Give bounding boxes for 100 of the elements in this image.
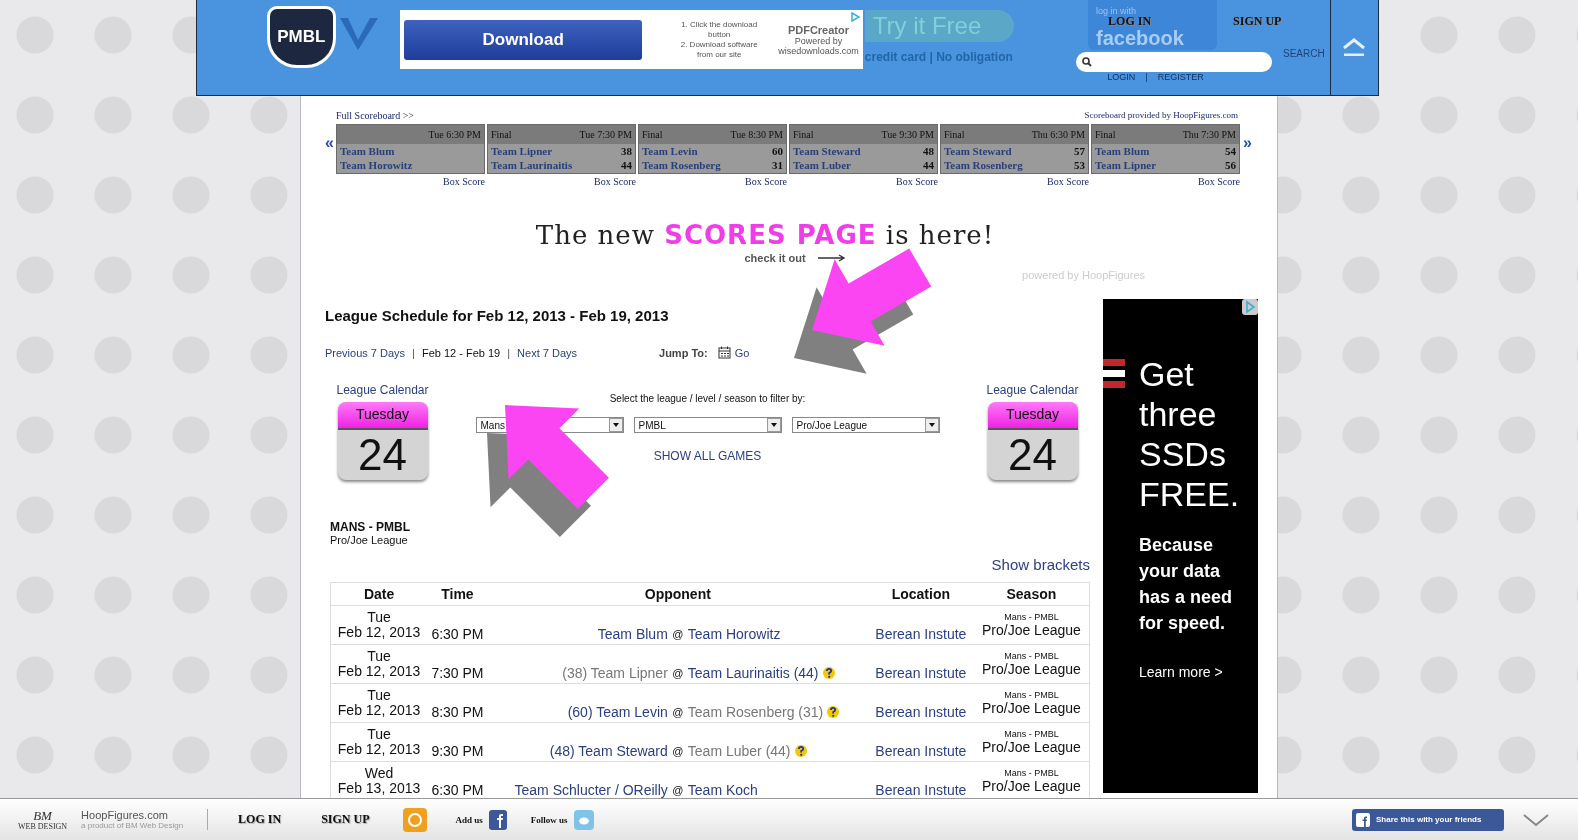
team-name[interactable]: Team Lipner: [491, 145, 552, 157]
next-arrow[interactable]: »: [1243, 136, 1254, 150]
week-link[interactable]: Previous 7 Days: [325, 346, 406, 359]
calendar-widget[interactable]: Tuesday 24: [337, 402, 428, 480]
league-heading: MANS - PMBL: [330, 520, 411, 534]
help-icon[interactable]: [793, 744, 808, 758]
download-button[interactable]: Download: [404, 19, 643, 60]
help-icon[interactable]: [826, 705, 841, 719]
game-card[interactable]: Final Thu 7:30 PM Team Blum 54 Team Lipner 56: [1091, 124, 1240, 174]
stripes-icon: [1103, 359, 1125, 389]
go-link[interactable]: Go: [734, 346, 750, 359]
ad-headline: Get three SSDs FREE.: [1139, 354, 1239, 514]
game-time: Thu 6:30 PM: [1031, 129, 1085, 140]
separator: |: [412, 346, 415, 359]
at-sign: @: [672, 667, 684, 679]
game-card[interactable]: Final Tue 9:30 PM Team Steward 48 Team Luber 44: [789, 124, 938, 174]
calendar-link[interactable]: League Calendar: [336, 383, 429, 397]
location-link[interactable]: Berean Instute: [875, 782, 967, 798]
game-card[interactable]: Final Thu 6:30 PM Team Steward 57 Team Rosenberg 53: [940, 124, 1089, 174]
date-cell: Tue Feb 12, 2013: [330, 722, 428, 762]
team-name[interactable]: Team Rosenberg: [944, 159, 1023, 171]
register-link[interactable]: REGISTER: [1157, 72, 1204, 82]
team-name[interactable]: Team Blum: [1095, 145, 1150, 157]
team-link[interactable]: Team Schlucter / OReilly: [514, 782, 668, 798]
game-card[interactable]: Final Tue 7:30 PM Team Lipner 38 Team Laurinaitis 44: [487, 124, 636, 174]
signup-link[interactable]: SIGN UP: [321, 812, 370, 827]
team-name[interactable]: Team Steward: [793, 145, 861, 157]
filter-dropdown[interactable]: Pro/Joe League: [791, 417, 940, 433]
team-score: 44: [621, 159, 632, 171]
team-link[interactable]: (60) Team Levin: [567, 704, 668, 720]
team-link[interactable]: Team Koch: [687, 782, 758, 798]
previous-arrow[interactable]: «: [325, 136, 336, 150]
calendar-widget[interactable]: Tuesday 24: [987, 402, 1078, 480]
game-status: Final: [642, 129, 663, 140]
team-score: 48: [923, 145, 934, 157]
learn-more-link[interactable]: Learn more >: [1139, 664, 1248, 680]
search-icon: [1082, 57, 1093, 67]
team-name[interactable]: Team Laurinaitis: [491, 159, 573, 171]
provider-link[interactable]: Scoreboard provided by HoopFigures.com: [1084, 110, 1238, 121]
ad-choices-icon[interactable]: [1242, 299, 1258, 315]
location-link[interactable]: Berean Instute: [875, 704, 967, 720]
team-score: 56: [1225, 159, 1236, 171]
week-link[interactable]: Next 7 Days: [517, 346, 577, 359]
team-name[interactable]: Team Blum: [340, 145, 395, 157]
login-link[interactable]: LOG IN: [1108, 14, 1152, 29]
ad-choices-icon[interactable]: [848, 11, 861, 23]
week-link[interactable]: Feb 12 - Feb 19: [421, 346, 501, 359]
search-field[interactable]: [1076, 52, 1273, 72]
team-score: 31: [772, 159, 783, 171]
box-score-link[interactable]: Box Score: [594, 176, 636, 187]
ad-link[interactable]: wisedownloads.com: [778, 45, 859, 56]
tagline: a product of BM Web Design: [81, 821, 185, 830]
team-link[interactable]: Team Rosenberg (31): [687, 704, 824, 720]
link-separator: |: [1145, 72, 1148, 82]
calendar-link[interactable]: League Calendar: [986, 383, 1079, 397]
bird-icon[interactable]: [573, 809, 594, 830]
team-name[interactable]: Team Horowitz: [340, 159, 413, 171]
help-icon[interactable]: [821, 666, 836, 680]
location-link[interactable]: Berean Instute: [875, 626, 967, 642]
chevron-down-icon[interactable]: [1522, 811, 1550, 828]
team-link[interactable]: Team Luber (44): [687, 743, 791, 759]
chevron-up-icon[interactable]: [1342, 38, 1367, 56]
box-score-link[interactable]: Box Score: [1198, 176, 1240, 187]
season-text: Pro/Joe League: [981, 739, 1081, 755]
column-header: Time: [427, 582, 488, 606]
show-brackets-link[interactable]: Show brackets: [991, 556, 1090, 573]
signup-link[interactable]: SIGN UP: [1233, 14, 1282, 29]
game-card[interactable]: Tue 6:30 PM Team Blum Team Horowitz: [336, 124, 485, 174]
location-link[interactable]: Berean Instute: [875, 743, 967, 759]
filter-dropdown[interactable]: PMBL: [633, 417, 782, 433]
location-link[interactable]: Berean Instute: [875, 665, 967, 681]
full-scoreboard-link[interactable]: Full Scoreboard >>: [336, 110, 414, 121]
ad-panel[interactable]: Get three SSDs FREE. Because your data has a need for speed. Learn more >: [1103, 299, 1258, 793]
column-header: Opponent: [487, 582, 868, 606]
box-score-link[interactable]: Box Score: [896, 176, 938, 187]
ad-brand: PDFCreator: [787, 23, 849, 36]
team-name[interactable]: Team Luber: [793, 159, 851, 171]
check-it-out-link[interactable]: check it out: [744, 252, 806, 264]
team-name[interactable]: Team Steward: [944, 145, 1012, 157]
team-link[interactable]: Team Laurinaitis (44): [687, 665, 819, 681]
share-button[interactable]: Share this with your friends: [1352, 808, 1504, 831]
facebook-icon[interactable]: [488, 809, 507, 830]
feed-icon[interactable]: [403, 807, 428, 832]
at-sign: @: [672, 745, 684, 757]
box-score-link[interactable]: Box Score: [443, 176, 485, 187]
show-all-games-link[interactable]: SHOW ALL GAMES: [653, 449, 762, 463]
box-score-link[interactable]: Box Score: [745, 176, 787, 187]
login-link[interactable]: LOG IN: [238, 812, 282, 827]
team-link[interactable]: Team Horowitz: [687, 626, 781, 642]
team-name[interactable]: Team Levin: [642, 145, 698, 157]
team-name[interactable]: Team Lipner: [1095, 159, 1156, 171]
team-link[interactable]: Team Blum: [597, 626, 668, 642]
box-score-link[interactable]: Box Score: [1047, 176, 1089, 187]
team-link[interactable]: (38) Team Lipner: [562, 665, 668, 681]
login-link[interactable]: LOGIN: [1107, 72, 1136, 82]
team-link[interactable]: (48) Team Steward: [549, 743, 668, 759]
team-name[interactable]: Team Rosenberg: [642, 159, 721, 171]
game-card[interactable]: Final Tue 8:30 PM Team Levin 60 Team Rosenberg 31: [638, 124, 787, 174]
ad-text: Powered by: [794, 35, 843, 46]
calendar-icon[interactable]: [717, 346, 731, 359]
